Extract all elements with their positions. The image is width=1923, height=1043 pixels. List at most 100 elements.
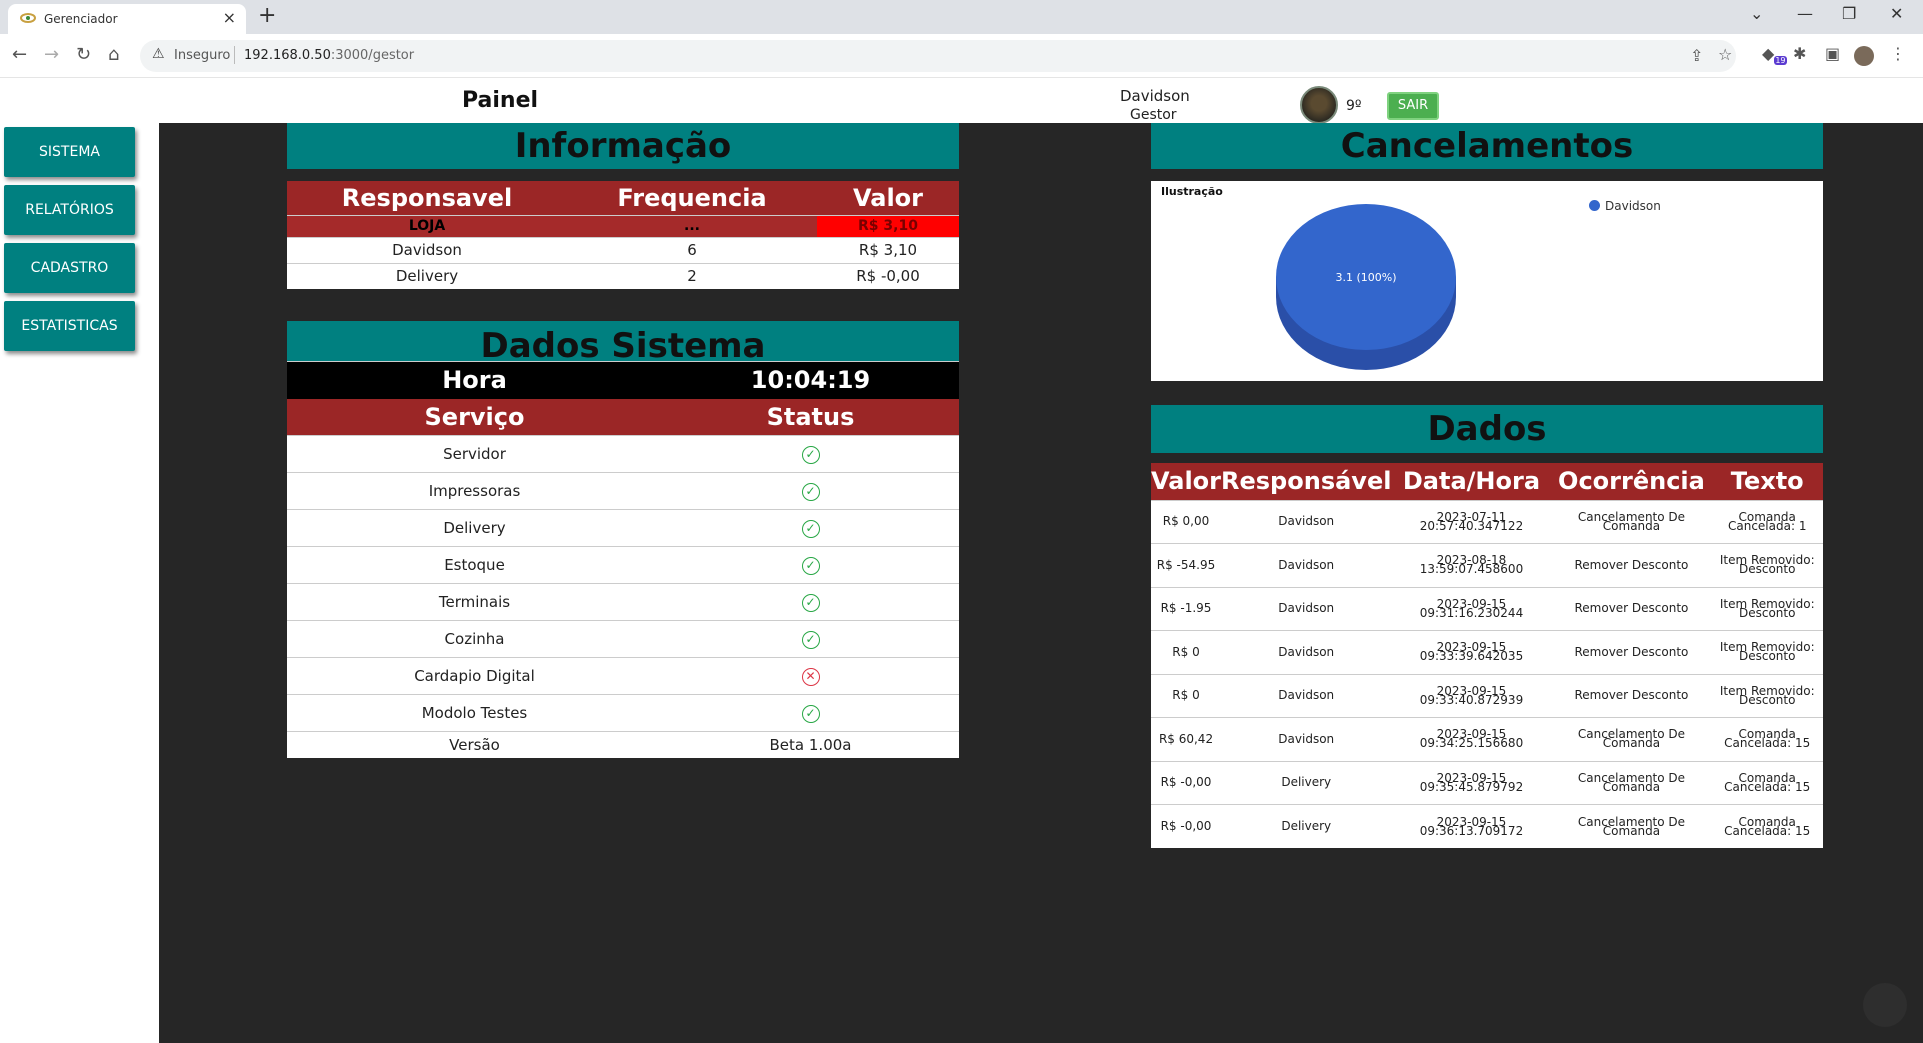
time-row: Hora 10:04:19	[287, 361, 959, 399]
info-header-valor: Valor	[817, 181, 959, 215]
dados-cell: R$ 60,42	[1151, 717, 1222, 761]
pie-chart-svg: 3.1 (100%)	[1276, 204, 1456, 370]
minimize-icon[interactable]: —	[1797, 4, 1813, 23]
dados-cell: Item Removido: Desconto	[1711, 673, 1823, 718]
extension-badge: 19	[1774, 56, 1787, 66]
info-loja-row: LOJA ... R$ 3,10	[287, 214, 959, 237]
floating-action-button[interactable]	[1863, 983, 1907, 1027]
sidebar-item-estatisticas[interactable]: ESTATISTICAS	[4, 301, 135, 351]
close-tab-icon[interactable]: ×	[223, 8, 236, 27]
service-name: Modolo Testes	[287, 694, 662, 732]
table-row: Cardapio Digital ✕	[287, 657, 959, 695]
system-header-status: Status	[662, 398, 959, 436]
chart-legend[interactable]: Davidson	[1589, 199, 1661, 213]
table-row: R$ -0,00 Delivery 2023-09-15 09:36:13.7091…	[1151, 804, 1823, 848]
time-value: 10:04:19	[662, 361, 959, 399]
dados-cell: Delivery	[1221, 804, 1392, 848]
check-circle-icon: ✓	[801, 520, 820, 538]
home-icon[interactable]: ⌂	[108, 44, 119, 65]
dados-cell: 2023-09-15 09:35:45.879792	[1391, 760, 1552, 805]
info-cell: Delivery	[287, 262, 567, 289]
avatar[interactable]	[1300, 86, 1338, 124]
check-circle-icon: ✓	[801, 446, 820, 464]
check-circle-icon: ✓	[801, 557, 820, 575]
sidebar-item-sistema[interactable]: SISTEMA	[4, 127, 135, 177]
close-window-icon[interactable]: ✕	[1890, 4, 1903, 23]
dados-cell: Davidson	[1221, 586, 1392, 631]
table-row: Impressoras ✓	[287, 472, 959, 510]
puzzle-icon[interactable]: ✱	[1793, 44, 1806, 63]
profile-avatar-icon[interactable]	[1854, 46, 1874, 66]
loja-name: LOJA	[287, 214, 567, 237]
table-row: Delivery 2 R$ -0,00	[287, 262, 959, 289]
user-role: Gestor	[1130, 107, 1177, 123]
time-label: Hora	[287, 361, 662, 399]
sidepanel-icon[interactable]: ▣	[1825, 44, 1840, 63]
logout-button[interactable]: SAIR	[1387, 92, 1439, 120]
dados-header-responsavel: Responsável	[1221, 463, 1392, 500]
dados-cell: Cancelamento De Comanda	[1551, 804, 1712, 848]
dados-cell: R$ -54.95	[1151, 543, 1222, 587]
dados-header-data: Data/Hora	[1391, 463, 1552, 500]
sidebar-item-cadastro[interactable]: CADASTRO	[4, 243, 135, 293]
check-circle-icon: ✓	[801, 705, 820, 723]
dados-cell: Davidson	[1221, 543, 1392, 587]
version-row: Versão Beta 1.00a	[287, 731, 959, 758]
dados-cell: Item Removido: Desconto	[1711, 630, 1823, 674]
info-cell: 6	[567, 236, 817, 263]
app-header: Painel Davidson Gestor 9º SAIR	[0, 78, 1923, 124]
dados-cell: Cancelamento De Comanda	[1551, 760, 1712, 805]
table-row: Modolo Testes ✓	[287, 694, 959, 732]
dados-header-valor: Valor	[1151, 463, 1222, 500]
dados-cell: R$ -0,00	[1151, 804, 1222, 848]
back-icon[interactable]: ←	[12, 44, 27, 65]
dados-table: Valor Responsável Data/Hora Ocorrência T…	[1151, 463, 1823, 848]
warning-icon[interactable]: ⚠	[152, 46, 165, 62]
reload-icon[interactable]: ↻	[76, 44, 91, 65]
check-circle-icon: ✓	[801, 483, 820, 501]
dados-cell: 2023-09-15 09:33:39.642035	[1391, 630, 1552, 674]
check-circle-icon: ✓	[801, 631, 820, 649]
omnibox[interactable]: ⚠ Inseguro 192.168.0.50:3000/gestor ⇪ ☆	[140, 40, 1736, 72]
table-row: R$ 0,00 Davidson 2023-07-11 20:57:40.34712…	[1151, 499, 1823, 544]
insecure-label: Inseguro	[174, 48, 231, 63]
dados-cell: Remover Desconto	[1551, 543, 1712, 587]
user-level: 9º	[1346, 98, 1362, 114]
bookmark-star-icon[interactable]: ☆	[1718, 45, 1732, 64]
system-table: Hora 10:04:19 Serviço Status Servidor ✓ I…	[287, 361, 959, 758]
dados-cell: 2023-07-11 20:57:40.347122	[1391, 499, 1552, 544]
dados-cell: 2023-08-18 13:59:07.458600	[1391, 543, 1552, 587]
restore-icon[interactable]: ❐	[1842, 4, 1856, 23]
url-text[interactable]: 192.168.0.50:3000/gestor	[244, 48, 414, 63]
info-table: Responsavel Frequencia Valor LOJA ... R$…	[287, 181, 959, 289]
dados-cell: Cancelamento De Comanda	[1551, 717, 1712, 761]
dados-cell: 2023-09-15 09:36:13.709172	[1391, 804, 1552, 848]
user-name: Davidson	[1120, 87, 1190, 105]
address-bar-area: ← → ↻ ⌂ ⚠ Inseguro 192.168.0.50:3000/ges…	[0, 34, 1923, 78]
extension-icon[interactable]: ◆19	[1762, 44, 1787, 66]
table-row: R$ -1.95 Davidson 2023-09-15 09:31:16.2302…	[1151, 586, 1823, 631]
forward-icon[interactable]: →	[44, 44, 59, 65]
dados-cell: 2023-09-15 09:33:40.872939	[1391, 673, 1552, 718]
dados-cell: Cancelamento De Comanda	[1551, 499, 1712, 544]
info-header-responsavel: Responsavel	[287, 181, 567, 215]
sidebar-item-relatorios[interactable]: RELATÓRIOS	[4, 185, 135, 235]
browser-tab[interactable]: Gerenciador ×	[8, 4, 246, 34]
dados-cell: Remover Desconto	[1551, 630, 1712, 674]
share-icon[interactable]: ⇪	[1690, 46, 1703, 65]
service-name: Cardapio Digital	[287, 657, 662, 695]
pie-slice-label: 3.1 (100%)	[1335, 271, 1396, 284]
menu-dots-icon[interactable]: ⋮	[1890, 44, 1906, 63]
table-row: Cozinha ✓	[287, 620, 959, 658]
table-row: R$ 0 Davidson 2023-09-15 09:33:40.872939 Re…	[1151, 673, 1823, 718]
info-cell: 2	[567, 262, 817, 289]
info-header-row: Responsavel Frequencia Valor	[287, 181, 959, 215]
new-tab-icon[interactable]: +	[258, 3, 276, 28]
info-header-frequencia: Frequencia	[567, 181, 817, 215]
check-circle-icon: ✓	[801, 594, 820, 612]
tab-search-icon[interactable]: ⌄	[1750, 4, 1763, 23]
tab-title: Gerenciador	[44, 12, 118, 26]
dados-cell: Comanda Cancelada: 15	[1711, 760, 1823, 805]
loja-frequency: ...	[567, 214, 817, 237]
table-row: Terminais ✓	[287, 583, 959, 621]
